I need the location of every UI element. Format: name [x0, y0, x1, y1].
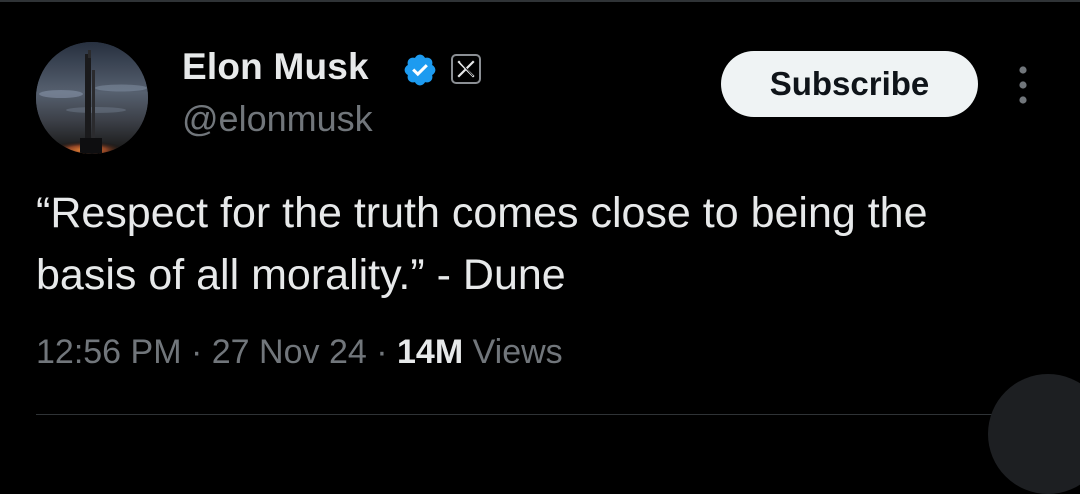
floating-action-button[interactable]	[988, 374, 1080, 494]
views-label[interactable]: Views	[473, 333, 563, 371]
meta-separator: ·	[376, 333, 388, 371]
tweet-meta: 12:56 PM · 27 Nov 24 · 14M Views	[36, 333, 563, 372]
x-logo-glyph-icon	[457, 60, 475, 78]
subscribe-button[interactable]: Subscribe	[721, 51, 978, 117]
views-count[interactable]: 14M	[397, 333, 463, 371]
author-avatar[interactable]	[36, 42, 148, 154]
rocket-launch-photo-icon	[36, 42, 148, 154]
tweet-date[interactable]: 27 Nov 24	[212, 333, 367, 371]
author-name[interactable]: Elon Musk	[182, 46, 369, 88]
bottom-divider	[36, 414, 1080, 415]
tweet-time[interactable]: 12:56 PM	[36, 333, 182, 371]
tweet-card: Elon Musk @elonmusk Subscribe “Respect f…	[0, 0, 1080, 494]
more-vertical-icon[interactable]	[1008, 62, 1038, 108]
tweet-text: “Respect for the truth comes close to be…	[36, 189, 928, 299]
x-logo-icon[interactable]	[451, 54, 481, 84]
verified-badge-icon	[404, 54, 436, 86]
author-handle[interactable]: @elonmusk	[182, 98, 373, 140]
meta-separator: ·	[190, 333, 203, 371]
